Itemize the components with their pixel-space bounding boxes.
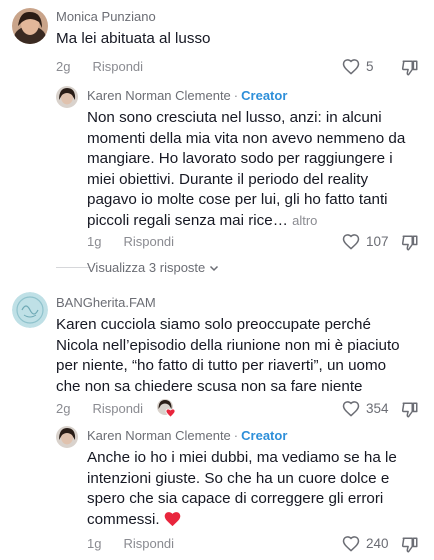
reply-meta: 1g Rispondi (87, 536, 174, 551)
reply-username[interactable]: Karen Norman Clemente · Creator (87, 88, 287, 103)
dislike-button[interactable] (401, 59, 419, 82)
reply-meta: 1g Rispondi (87, 234, 174, 249)
like-button[interactable]: 354 (342, 400, 389, 417)
dislike-button[interactable] (401, 401, 419, 424)
like-count: 354 (366, 401, 389, 416)
thumbs-down-icon (401, 235, 418, 251)
reply-button[interactable]: Rispondi (92, 59, 143, 74)
reply-button[interactable]: Rispondi (123, 536, 174, 551)
dislike-button[interactable] (401, 536, 419, 559)
comment-time: 2g (56, 401, 71, 416)
heart-outline-icon (342, 234, 360, 250)
heart-icon (165, 408, 176, 418)
reply-time: 1g (87, 234, 102, 249)
avatar-karen[interactable] (56, 86, 78, 108)
reply-text: Anche io ho i miei dubbi, ma vediamo se … (87, 448, 409, 533)
heart-outline-icon (342, 536, 360, 552)
creator-badge: Creator (241, 428, 288, 443)
reply-button[interactable]: Rispondi (92, 401, 143, 416)
like-button[interactable]: 5 (342, 58, 374, 75)
reply-button[interactable]: Rispondi (123, 234, 174, 249)
comment-meta: 2g Rispondi (56, 401, 143, 416)
like-button[interactable]: 240 (342, 535, 389, 552)
replies-divider (56, 267, 91, 268)
like-count: 240 (366, 536, 389, 551)
more-link[interactable]: altro (292, 213, 317, 228)
dislike-button[interactable] (401, 234, 419, 257)
thumbs-down-icon (401, 537, 418, 553)
view-replies-button[interactable]: Visualizza 3 risposte (87, 260, 220, 275)
heart-emoji-icon (164, 511, 181, 534)
reply-text: Non sono cresciuta nel lusso, anzi: in a… (87, 109, 406, 229)
reply-time: 1g (87, 536, 102, 551)
heart-outline-icon (342, 59, 360, 75)
chevron-down-icon (210, 265, 219, 271)
reply-username[interactable]: Karen Norman Clemente · Creator (87, 428, 287, 443)
like-count: 107 (366, 234, 389, 249)
creator-liked-avatar (156, 398, 176, 418)
comment-meta: 2g Rispondi (56, 59, 143, 74)
thumbs-down-icon (401, 402, 418, 418)
comment-username[interactable]: Monica Punziano (56, 9, 156, 24)
comment-text: Ma lei abituata al lusso (56, 30, 211, 47)
avatar-bangherita[interactable] (12, 292, 48, 328)
avatar-karen[interactable] (56, 426, 78, 448)
thumbs-down-icon (401, 60, 418, 76)
like-count: 5 (366, 59, 374, 74)
avatar-monica[interactable] (12, 8, 48, 44)
creator-badge: Creator (241, 88, 288, 103)
comment-text: Karen cucciola siamo solo preoccupate pe… (56, 316, 400, 395)
comment-time: 2g (56, 59, 71, 74)
comment-username[interactable]: BANGherita.FAM (56, 295, 156, 310)
heart-outline-icon (342, 401, 360, 417)
like-button[interactable]: 107 (342, 233, 389, 250)
